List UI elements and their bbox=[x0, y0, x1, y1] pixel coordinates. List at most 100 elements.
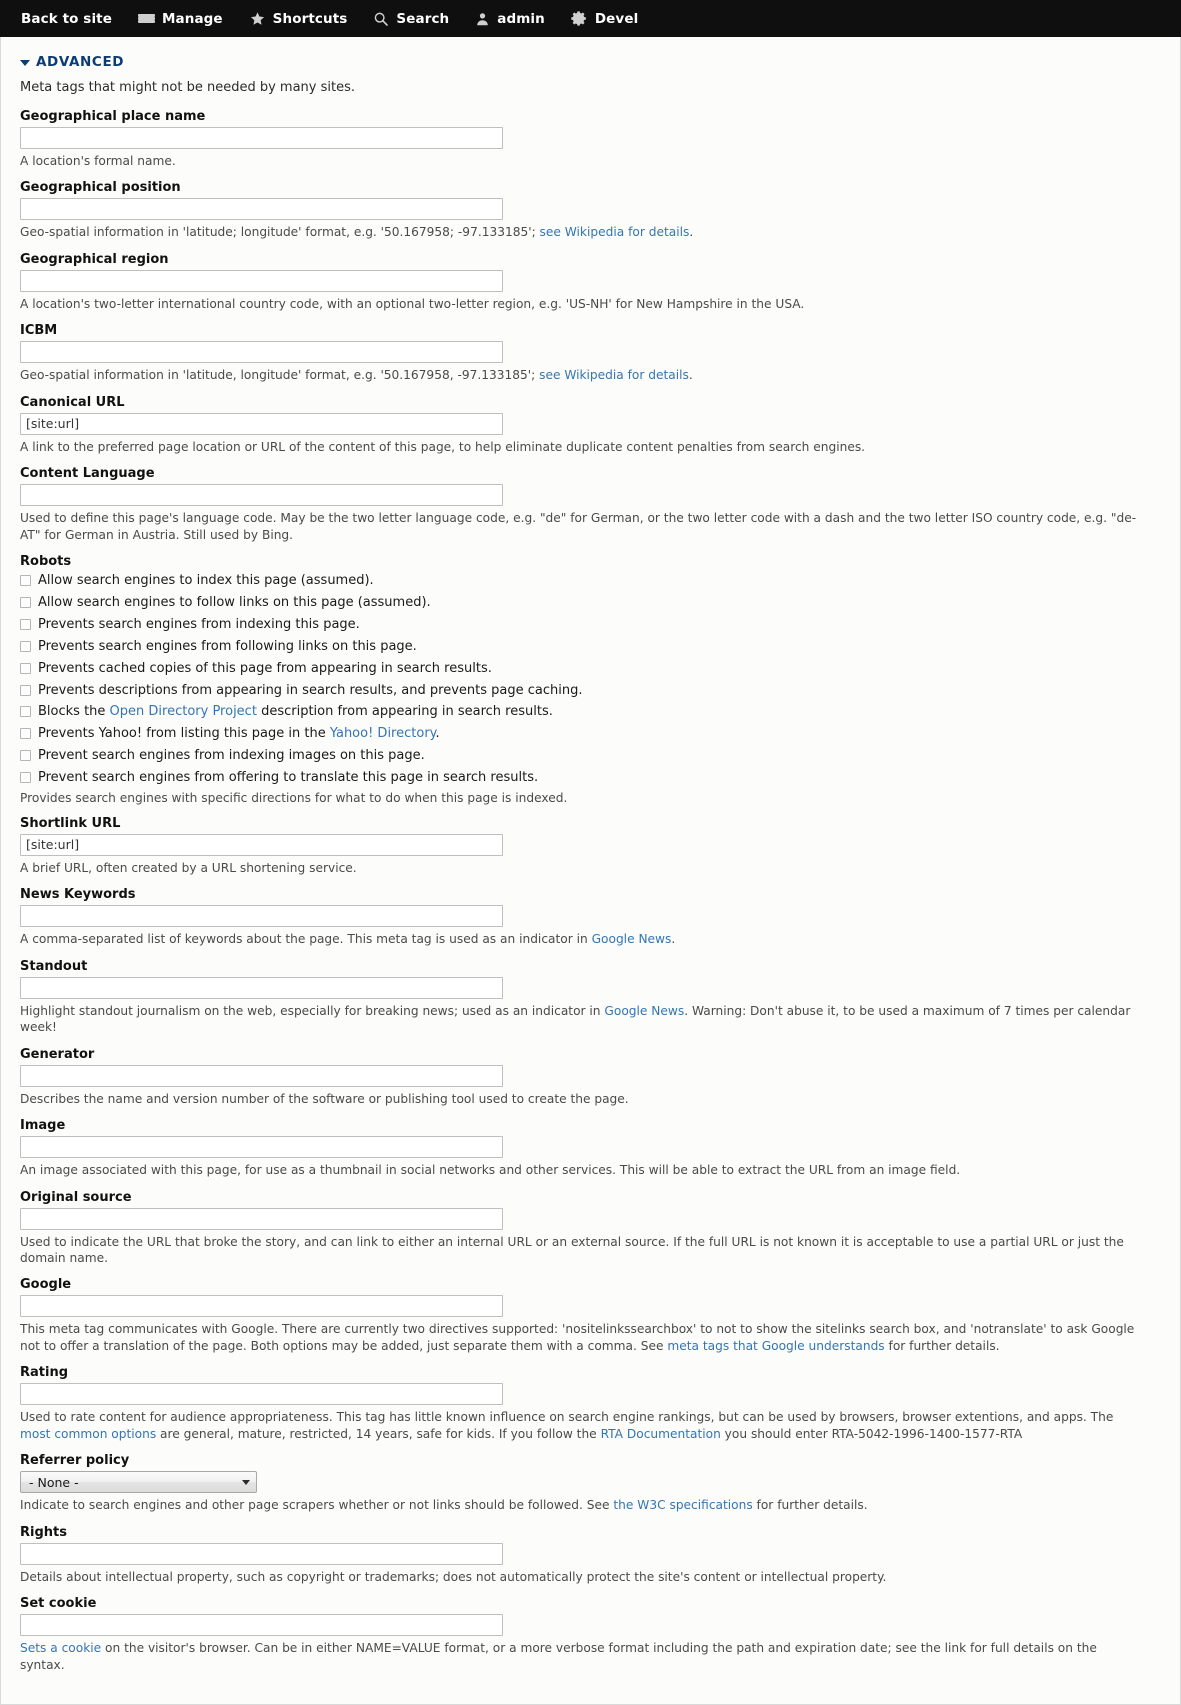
hamburger-icon bbox=[137, 12, 155, 25]
toolbar-label: Search bbox=[396, 10, 450, 27]
robots-option-label: Prevents search engines from indexing th… bbox=[38, 616, 360, 632]
google-news-link[interactable]: Google News bbox=[592, 932, 672, 946]
advanced-fieldset: ADVANCED Meta tags that might not be nee… bbox=[1, 37, 1180, 1704]
field-label: Canonical URL bbox=[20, 394, 125, 410]
field-description: Geo-spatial information in 'latitude, lo… bbox=[20, 367, 1142, 383]
desc-text: A comma-separated list of keywords about… bbox=[20, 932, 592, 947]
field-icbm: ICBM Geo-spatial information in 'latitud… bbox=[20, 323, 1161, 383]
original-source-input[interactable] bbox=[20, 1207, 503, 1230]
checkbox-icon[interactable] bbox=[20, 684, 31, 696]
toolbar-back-to-site[interactable]: Back to site bbox=[8, 0, 125, 37]
field-set-cookie: Set cookie Sets a cookie on the visitor'… bbox=[20, 1596, 1161, 1673]
field-description: A link to the preferred page location or… bbox=[20, 439, 866, 454]
desc-text: description from appearing in search res… bbox=[256, 704, 553, 720]
referrer-policy-select[interactable]: - None - bbox=[20, 1471, 257, 1494]
referrer-policy-selected-value: - None - bbox=[29, 1474, 79, 1490]
yahoo-directory-link[interactable]: Yahoo! Directory bbox=[330, 726, 436, 741]
rta-documentation-link[interactable]: RTA Documentation bbox=[601, 1427, 721, 1441]
desc-text: you should enter RTA-5042-1996-1400-1577… bbox=[720, 1426, 1023, 1441]
google-input[interactable] bbox=[20, 1295, 503, 1318]
w3c-specifications-link[interactable]: the W3C specifications bbox=[613, 1498, 752, 1512]
checkbox-icon[interactable] bbox=[20, 750, 31, 762]
advanced-fieldset-legend[interactable]: ADVANCED bbox=[20, 54, 1161, 70]
desc-text: for further details. bbox=[884, 1338, 1000, 1353]
field-description: Provides search engines with specific di… bbox=[20, 790, 568, 805]
robots-option[interactable]: Allow search engines to follow links on … bbox=[20, 594, 1161, 613]
search-icon bbox=[373, 11, 389, 27]
toolbar-search[interactable]: Search bbox=[360, 0, 462, 37]
desc-text: Highlight standout journalism on the web… bbox=[20, 1003, 605, 1018]
sets-a-cookie-link[interactable]: Sets a cookie bbox=[20, 1641, 101, 1655]
checkbox-icon[interactable] bbox=[20, 706, 31, 718]
most-common-options-link[interactable]: most common options bbox=[20, 1427, 156, 1441]
robots-option[interactable]: Blocks the Open Directory Project descri… bbox=[20, 703, 1161, 722]
robots-option-label: Prevents Yahoo! from listing this page i… bbox=[38, 725, 440, 744]
field-label: Standout bbox=[20, 958, 88, 974]
checkbox-icon[interactable] bbox=[20, 618, 31, 630]
robots-option-label: Blocks the Open Directory Project descri… bbox=[38, 703, 553, 722]
checkbox-icon[interactable] bbox=[20, 597, 31, 609]
field-description: Used to indicate the URL that broke the … bbox=[20, 1234, 1124, 1265]
field-label: Geographical place name bbox=[20, 109, 206, 124]
robots-option[interactable]: Prevents descriptions from appearing in … bbox=[20, 682, 1161, 701]
canonical-url-input[interactable] bbox=[20, 412, 503, 435]
field-geo-region: Geographical region A location's two-let… bbox=[20, 252, 1161, 312]
image-input[interactable] bbox=[20, 1136, 503, 1159]
desc-text: Blocks the bbox=[38, 704, 110, 720]
field-label: Rating bbox=[20, 1365, 69, 1381]
toolbar-manage[interactable]: Manage bbox=[125, 0, 236, 37]
generator-input[interactable] bbox=[20, 1064, 503, 1087]
field-description: A comma-separated list of keywords about… bbox=[20, 931, 1142, 947]
checkbox-icon[interactable] bbox=[20, 662, 31, 674]
geo-placename-input[interactable] bbox=[20, 127, 503, 149]
toolbar-user-admin[interactable]: admin bbox=[462, 0, 558, 37]
geo-region-input[interactable] bbox=[20, 269, 503, 292]
chevron-down-icon bbox=[242, 1479, 250, 1485]
robots-option[interactable]: Prevents cached copies of this page from… bbox=[20, 660, 1161, 679]
set-cookie-input[interactable] bbox=[20, 1614, 503, 1637]
google-news-link[interactable]: Google News bbox=[604, 1004, 684, 1018]
wikipedia-link[interactable]: see Wikipedia for details bbox=[540, 225, 690, 239]
field-description: Used to rate content for audience approp… bbox=[20, 1409, 1142, 1442]
toolbar-label: Shortcuts bbox=[272, 10, 348, 27]
field-standout: Standout Highlight standout journalism o… bbox=[20, 959, 1161, 1036]
field-description: Indicate to search engines and other pag… bbox=[20, 1497, 1142, 1513]
field-rating: Rating Used to rate content for audience… bbox=[20, 1365, 1161, 1442]
field-description: Highlight standout journalism on the web… bbox=[20, 1003, 1142, 1036]
shortlink-url-input[interactable] bbox=[20, 833, 503, 856]
field-description: A location's two-letter international co… bbox=[20, 296, 805, 311]
desc-text: for further details. bbox=[752, 1498, 868, 1513]
robots-option[interactable]: Allow search engines to index this page … bbox=[20, 572, 1161, 591]
checkbox-icon[interactable] bbox=[20, 575, 31, 587]
checkbox-icon[interactable] bbox=[20, 771, 31, 783]
wikipedia-link[interactable]: see Wikipedia for details bbox=[539, 368, 689, 382]
icbm-input[interactable] bbox=[20, 341, 503, 364]
robots-option[interactable]: Prevents search engines from indexing th… bbox=[20, 616, 1161, 635]
toolbar-shortcuts[interactable]: Shortcuts bbox=[236, 0, 361, 37]
checkbox-icon[interactable] bbox=[20, 640, 31, 652]
rating-input[interactable] bbox=[20, 1383, 503, 1406]
robots-option[interactable]: Prevent search engines from offering to … bbox=[20, 769, 1161, 788]
field-rights: Rights Details about intellectual proper… bbox=[20, 1525, 1161, 1585]
toolbar-devel[interactable]: Devel bbox=[558, 0, 651, 37]
robots-option-label: Prevent search engines from offering to … bbox=[38, 769, 539, 785]
robots-option[interactable]: Prevents Yahoo! from listing this page i… bbox=[20, 725, 1161, 744]
robots-option[interactable]: Prevents search engines from following l… bbox=[20, 638, 1161, 657]
rights-input[interactable] bbox=[20, 1542, 503, 1565]
field-content-language: Content Language Used to define this pag… bbox=[20, 466, 1161, 543]
checkbox-icon[interactable] bbox=[20, 728, 31, 740]
field-shortlink-url: Shortlink URL A brief URL, often created… bbox=[20, 816, 1161, 876]
field-robots: Robots Allow search engines to index thi… bbox=[20, 554, 1161, 805]
robots-option[interactable]: Prevent search engines from indexing ima… bbox=[20, 747, 1161, 766]
news-keywords-input[interactable] bbox=[20, 905, 503, 928]
field-label: News Keywords bbox=[20, 887, 136, 903]
open-directory-project-link[interactable]: Open Directory Project bbox=[110, 704, 257, 719]
field-news-keywords: News Keywords A comma-separated list of … bbox=[20, 887, 1161, 947]
standout-input[interactable] bbox=[20, 976, 503, 999]
content-language-input[interactable] bbox=[20, 484, 503, 507]
field-label: ICBM bbox=[20, 323, 58, 339]
field-description: This meta tag communicates with Google. … bbox=[20, 1321, 1142, 1354]
geo-position-input[interactable] bbox=[20, 198, 503, 221]
desc-text: Used to rate content for audience approp… bbox=[20, 1410, 1114, 1425]
google-meta-tags-link[interactable]: meta tags that Google understands bbox=[667, 1339, 884, 1353]
